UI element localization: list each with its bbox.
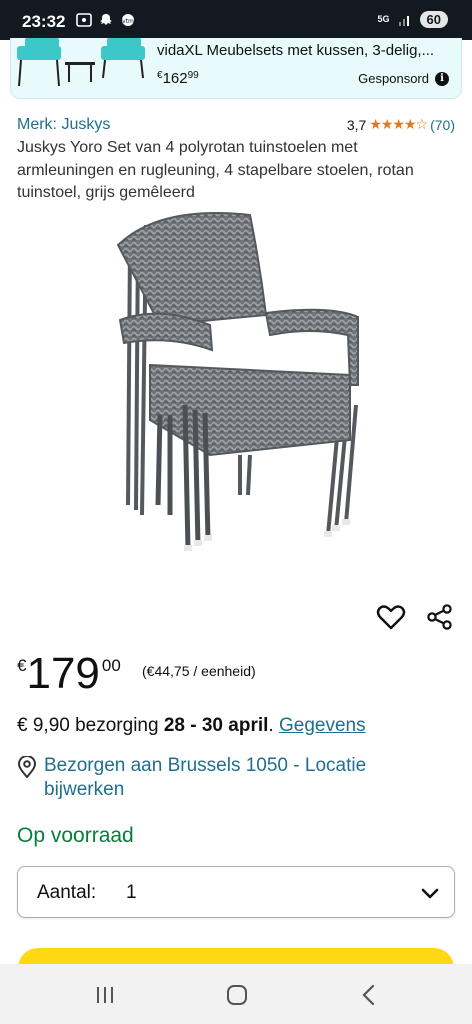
star-rating-icon: ★★★★☆ bbox=[369, 116, 428, 132]
rating-count[interactable]: (70) bbox=[430, 117, 455, 133]
ad-price: €16299 bbox=[157, 70, 199, 87]
status-notification-icons: vtm bbox=[76, 13, 136, 27]
chevron-down-icon bbox=[421, 888, 439, 899]
status-time: 23:32 bbox=[22, 12, 66, 31]
ad-sponsored[interactable]: Gesponsord i bbox=[358, 71, 449, 86]
ad-price-cents: 99 bbox=[187, 70, 199, 81]
rating-value: 3,7 bbox=[346, 116, 367, 133]
ad-title[interactable]: vidaXL Meubelsets met kussen, 3-delig,..… bbox=[157, 42, 434, 59]
recent-apps-icon[interactable] bbox=[92, 982, 118, 1008]
status-right-icons: 5G 60 bbox=[378, 11, 448, 28]
share-icon[interactable] bbox=[426, 603, 454, 631]
back-icon[interactable] bbox=[356, 982, 382, 1008]
sponsored-ad-banner[interactable]: vidaXL Meubelsets met kussen, 3-delig,..… bbox=[10, 38, 462, 99]
app-notification-icon: vtm bbox=[122, 14, 134, 26]
home-icon[interactable] bbox=[224, 982, 250, 1008]
status-bar: 23:32 vtm 5G 60 bbox=[0, 0, 472, 40]
brand-link[interactable]: Merk: Juskys bbox=[17, 116, 110, 134]
product-image[interactable] bbox=[100, 205, 370, 570]
battery-level: 60 bbox=[419, 11, 448, 28]
snapchat-icon bbox=[100, 14, 112, 25]
price-currency: € bbox=[17, 656, 27, 675]
screenshot-icon bbox=[76, 13, 92, 27]
delivery-details-link[interactable]: Gegevens bbox=[279, 715, 366, 736]
price-cents: 00 bbox=[101, 656, 121, 675]
quantity-value: 1 bbox=[126, 882, 137, 903]
network-type: 5G bbox=[377, 14, 390, 24]
delivery-cost: € 9,90 bezorging bbox=[17, 715, 164, 736]
location-pin-icon bbox=[17, 756, 37, 778]
rating[interactable]: 3,7 ★★★★☆ (70) bbox=[347, 116, 455, 133]
svg-text:vtm: vtm bbox=[122, 18, 134, 25]
info-icon[interactable]: i bbox=[435, 71, 449, 86]
delivery-location-link[interactable]: Bezorgen aan Brussels 1050 - Locatie bij… bbox=[44, 754, 424, 802]
ad-product-image bbox=[17, 38, 145, 87]
delivery-dates: 28 - 30 april bbox=[163, 715, 269, 736]
unit-price: (€44,75 / eenheid) bbox=[142, 663, 256, 679]
heart-icon[interactable] bbox=[376, 603, 406, 631]
delivery-dot: . bbox=[268, 715, 279, 736]
sponsored-label: Gesponsord bbox=[358, 71, 429, 86]
system-navigation-bar bbox=[0, 964, 472, 1024]
quantity-select[interactable]: Aantal: 1 bbox=[17, 866, 455, 918]
stock-status: Op voorraad bbox=[17, 824, 134, 847]
delivery-info: € 9,90 bezorging 28 - 30 april. Gegevens bbox=[17, 715, 366, 737]
signal-icon bbox=[398, 15, 409, 26]
product-title: Juskys Yoro Set van 4 polyrotan tuinstoe… bbox=[17, 139, 414, 201]
quantity-label: Aantal: bbox=[37, 882, 97, 903]
product-price: € 179 00 bbox=[17, 648, 121, 700]
price-whole: 179 bbox=[26, 649, 100, 698]
ad-price-whole: 162 bbox=[162, 70, 188, 87]
